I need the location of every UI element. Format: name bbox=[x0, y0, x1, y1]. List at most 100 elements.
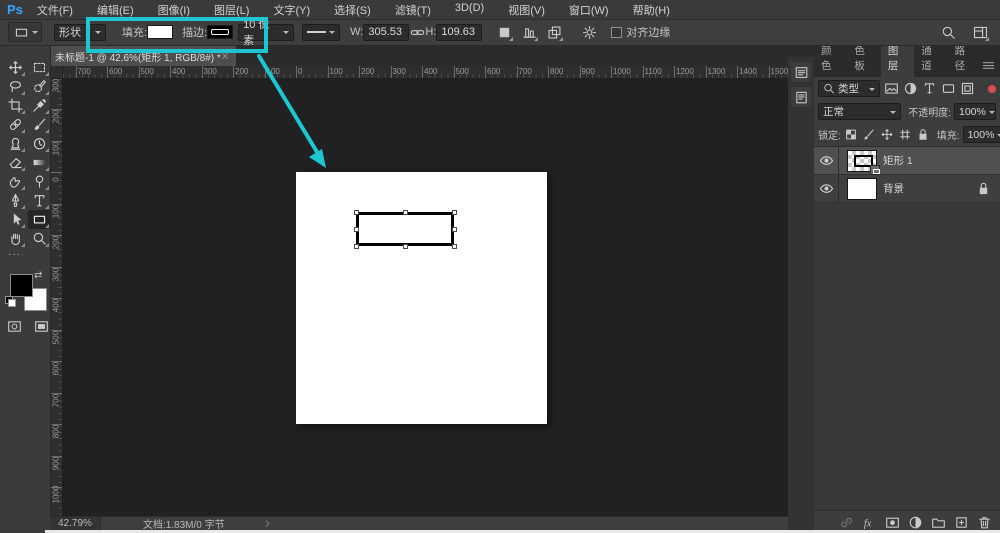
menu-item[interactable]: 视图(V) bbox=[508, 2, 545, 18]
layer-visibility-toggle[interactable] bbox=[814, 175, 839, 202]
screen-mode-icon[interactable] bbox=[31, 316, 51, 336]
path-alignment-icon[interactable] bbox=[519, 22, 539, 42]
stroke-color-swatch[interactable] bbox=[207, 25, 233, 39]
menu-item[interactable]: 图像(I) bbox=[158, 2, 190, 18]
menu-item[interactable]: 选择(S) bbox=[334, 2, 371, 18]
lasso-tool[interactable] bbox=[4, 77, 26, 96]
pixel-layer-filter-icon[interactable] bbox=[883, 81, 899, 97]
transform-handle[interactable] bbox=[452, 244, 457, 249]
history-brush-tool[interactable] bbox=[28, 134, 50, 153]
menu-item[interactable]: 滤镜(T) bbox=[395, 2, 431, 18]
history-panel-icon[interactable] bbox=[791, 62, 811, 82]
align-edges-checkbox[interactable] bbox=[611, 27, 622, 38]
fill-opacity-select[interactable]: 100% bbox=[963, 126, 1000, 143]
layer-filter-select[interactable]: 类型 bbox=[818, 80, 880, 97]
lock-image-icon[interactable] bbox=[862, 127, 876, 143]
zoom-tool[interactable] bbox=[28, 229, 50, 248]
link-layers-icon[interactable] bbox=[839, 514, 854, 530]
smart-object-filter-icon[interactable] bbox=[959, 81, 975, 97]
eyedropper-tool[interactable] bbox=[28, 96, 50, 115]
transform-handle[interactable] bbox=[403, 244, 408, 249]
eraser-tool[interactable] bbox=[4, 153, 26, 172]
gradient-tool[interactable] bbox=[28, 153, 50, 172]
edit-toolbar-button[interactable]: ··· bbox=[8, 249, 21, 260]
menu-item[interactable]: 图层(L) bbox=[214, 2, 249, 18]
menu-item[interactable]: 帮助(H) bbox=[633, 2, 670, 18]
blend-mode-select[interactable]: 正常 bbox=[818, 103, 901, 120]
document-tab[interactable]: 未标题-1 @ 42.6%(矩形 1, RGB/8#) * bbox=[50, 46, 236, 66]
lock-transparent-icon[interactable] bbox=[844, 127, 858, 143]
lock-artboard-icon[interactable] bbox=[898, 127, 912, 143]
move-tool[interactable] bbox=[4, 58, 26, 77]
new-group-icon[interactable] bbox=[931, 514, 946, 530]
spot-healing-brush-tool[interactable] bbox=[4, 115, 26, 134]
geometry-options-icon[interactable] bbox=[579, 22, 599, 42]
type-tool[interactable] bbox=[28, 191, 50, 210]
swap-colors-icon[interactable]: ⇄ bbox=[34, 270, 42, 281]
fill-color-swatch[interactable] bbox=[147, 25, 173, 39]
lock-position-icon[interactable] bbox=[880, 127, 894, 143]
close-icon[interactable] bbox=[221, 52, 231, 60]
stroke-width-select[interactable]: 10 像素 bbox=[238, 24, 294, 41]
ruler-origin-corner[interactable] bbox=[50, 66, 63, 79]
transform-handle[interactable] bbox=[354, 210, 359, 215]
path-arrangement-icon[interactable] bbox=[544, 22, 564, 42]
transform-handle[interactable] bbox=[403, 210, 408, 215]
width-input[interactable]: 305.53 bbox=[363, 24, 409, 41]
opacity-select[interactable]: 100% bbox=[954, 103, 996, 120]
layer-filter-toggle[interactable] bbox=[988, 85, 996, 93]
zoom-level-input[interactable]: 42.79% bbox=[50, 517, 101, 530]
panel-menu-icon[interactable] bbox=[981, 58, 996, 73]
layer-mask-icon[interactable] bbox=[885, 514, 900, 530]
lock-all-icon[interactable] bbox=[916, 127, 930, 143]
layer-row[interactable]: 矩形 1 bbox=[814, 147, 1000, 175]
hand-tool[interactable] bbox=[4, 229, 26, 248]
dodge-tool[interactable] bbox=[28, 172, 50, 191]
stroke-type-select[interactable] bbox=[302, 24, 340, 41]
vertical-ruler[interactable]: 3002001000100200300400500600700800900100… bbox=[50, 79, 63, 516]
menu-item[interactable]: 编辑(E) bbox=[97, 2, 134, 18]
menu-item[interactable]: 文字(Y) bbox=[273, 2, 310, 18]
layer-visibility-toggle[interactable] bbox=[814, 147, 839, 174]
adjustment-layer-icon[interactable] bbox=[908, 514, 923, 530]
default-colors-icon[interactable] bbox=[5, 296, 14, 305]
crop-tool[interactable] bbox=[4, 96, 26, 115]
tool-mode-select[interactable]: 形状 bbox=[54, 24, 106, 41]
delete-layer-icon[interactable] bbox=[977, 514, 992, 530]
document-canvas[interactable] bbox=[296, 172, 547, 424]
foreground-color-swatch[interactable] bbox=[10, 274, 33, 297]
layer-row[interactable]: 背景 bbox=[814, 175, 1000, 203]
transform-handle[interactable] bbox=[354, 244, 359, 249]
rectangle-tool[interactable] bbox=[28, 210, 50, 229]
horizontal-ruler[interactable]: 7006005004003002001000100200300400500600… bbox=[63, 66, 788, 79]
shape-layer-filter-icon[interactable] bbox=[940, 81, 956, 97]
brush-tool[interactable] bbox=[28, 115, 50, 134]
rectangle-shape[interactable] bbox=[356, 212, 454, 246]
type-layer-filter-icon[interactable] bbox=[921, 81, 937, 97]
pen-tool[interactable] bbox=[4, 191, 26, 210]
link-wh-icon[interactable] bbox=[409, 22, 425, 42]
layer-thumbnail[interactable] bbox=[847, 178, 877, 200]
rectangular-marquee-tool[interactable] bbox=[28, 58, 50, 77]
transform-handle[interactable] bbox=[452, 210, 457, 215]
height-input[interactable]: 109.63 bbox=[436, 24, 482, 41]
adjustment-layer-filter-icon[interactable] bbox=[902, 81, 918, 97]
layer-thumbnail[interactable] bbox=[847, 150, 877, 172]
menu-item[interactable]: 窗口(W) bbox=[569, 2, 609, 18]
transform-handle[interactable] bbox=[354, 227, 359, 232]
path-operations-icon[interactable] bbox=[494, 22, 514, 42]
canvas-pasteboard[interactable] bbox=[63, 79, 788, 516]
menu-item[interactable]: 文件(F) bbox=[37, 2, 73, 18]
transform-handle[interactable] bbox=[452, 227, 457, 232]
properties-panel-icon[interactable] bbox=[791, 87, 811, 107]
status-options-chevron-icon[interactable] bbox=[263, 519, 272, 528]
search-icon[interactable] bbox=[938, 22, 958, 42]
quick-selection-tool[interactable] bbox=[28, 77, 50, 96]
new-layer-icon[interactable] bbox=[954, 514, 969, 530]
layer-style-icon[interactable]: fx bbox=[862, 514, 877, 530]
tool-preset-dropdown[interactable] bbox=[8, 22, 42, 42]
quick-mask-icon[interactable] bbox=[4, 316, 24, 336]
path-selection-tool[interactable] bbox=[4, 210, 26, 229]
workspace-switcher-icon[interactable] bbox=[970, 22, 990, 42]
clone-stamp-tool[interactable] bbox=[4, 134, 26, 153]
